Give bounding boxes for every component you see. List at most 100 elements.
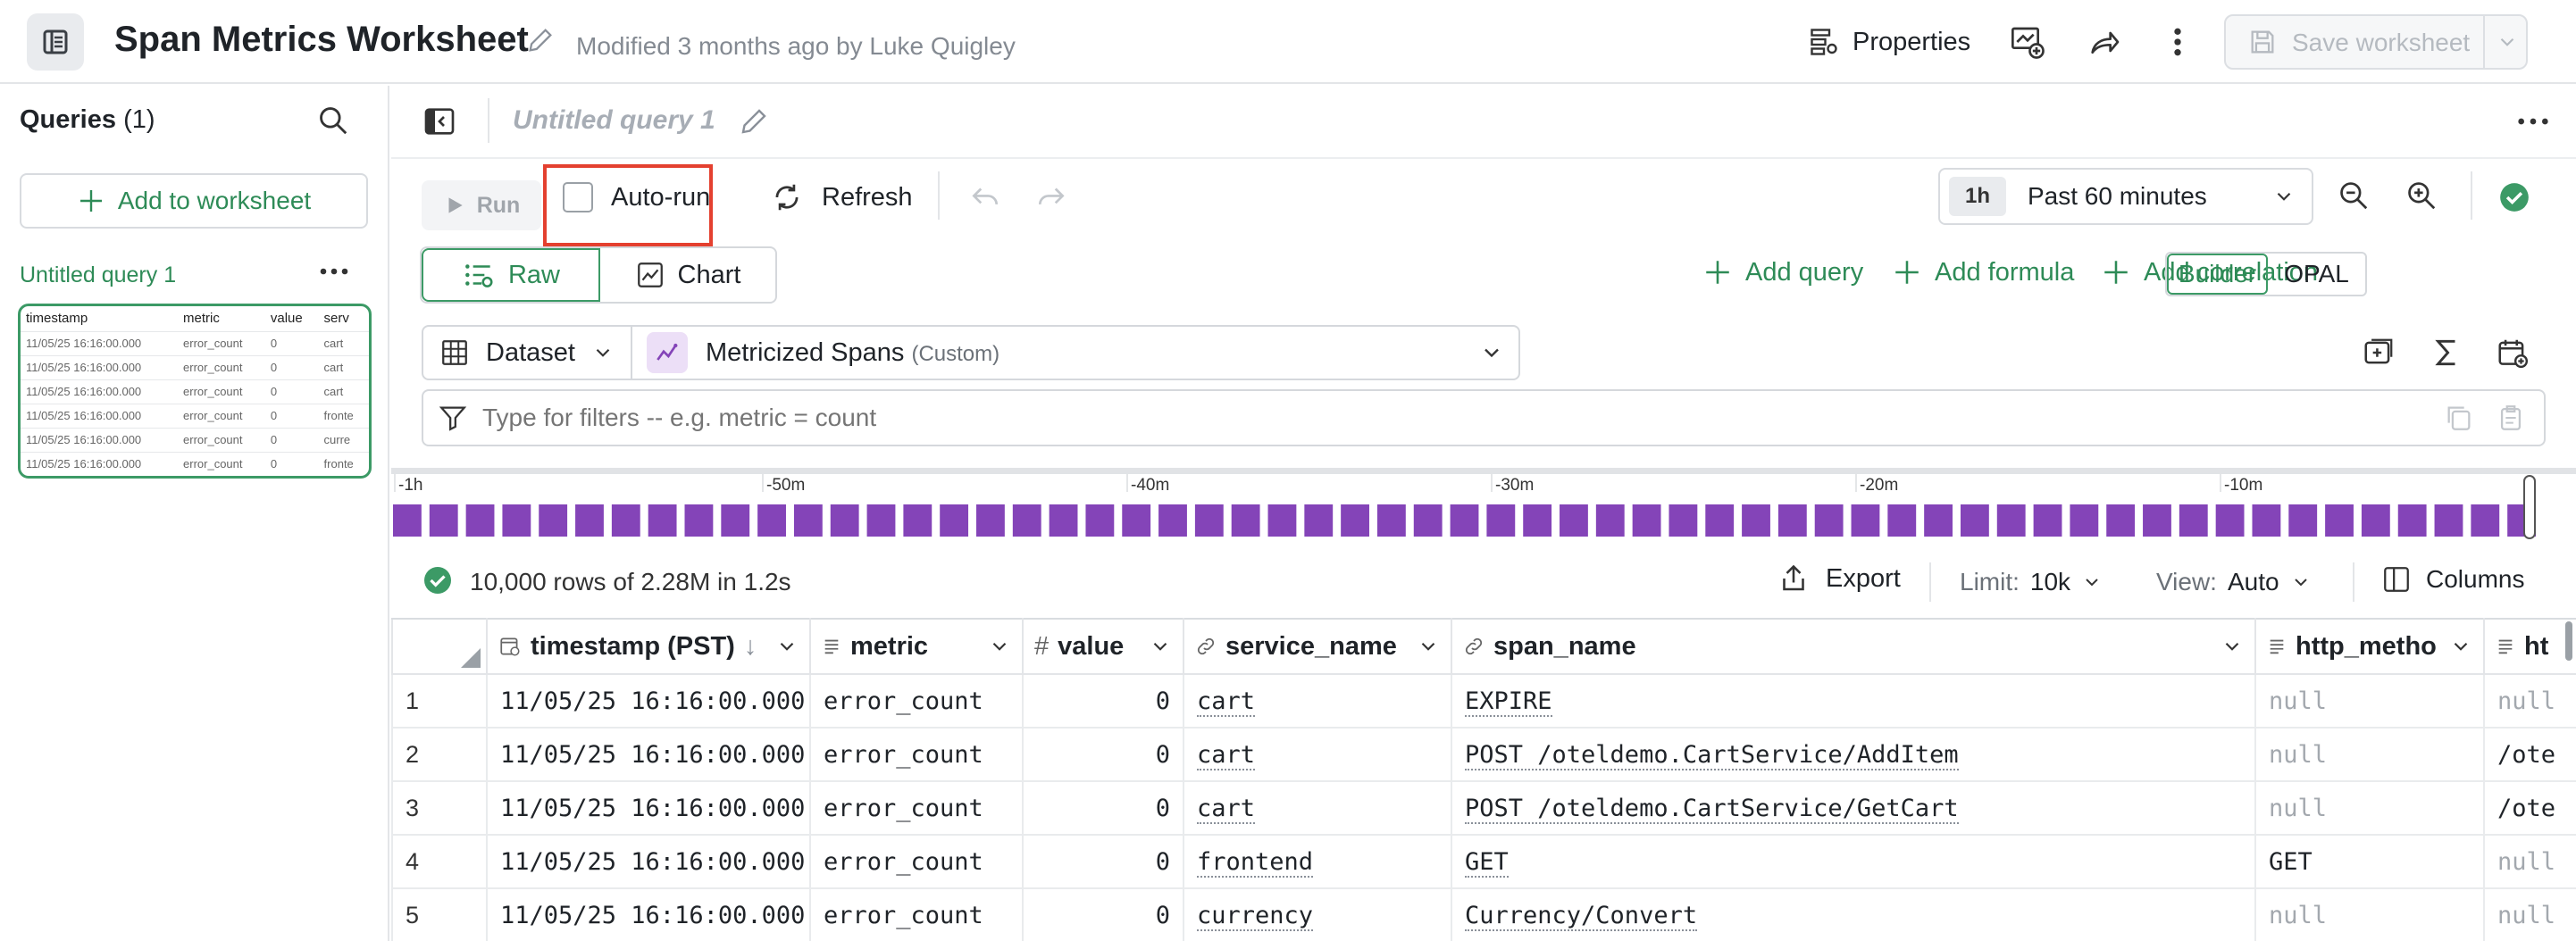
histogram-bar[interactable] [393,504,422,537]
histogram-bar[interactable] [793,504,823,537]
chevron-down-icon[interactable] [1149,635,1172,658]
http-method-cell[interactable]: GET [2254,834,2485,889]
table-row[interactable]: 5 11/05/25 16:16:00.000 error_count 0 curren… [391,887,2576,941]
redo-icon[interactable] [1034,180,1068,214]
histogram-bar[interactable] [2288,504,2318,537]
histogram-bar[interactable] [2252,504,2281,537]
histogram-bar[interactable] [1669,504,1698,537]
value-cell[interactable]: 0 [1022,887,1184,941]
histogram-bar[interactable] [1595,504,1625,537]
histogram-bar[interactable] [1523,504,1552,537]
histogram-bar[interactable] [1705,504,1735,537]
add-formula-button[interactable]: Add formula [1892,257,2074,287]
histogram-bar[interactable] [2143,504,2171,537]
metric-cell[interactable]: error_count [809,780,1024,836]
link-value[interactable]: EXPIRE [1465,687,1552,717]
aggregate-sigma-icon[interactable] [2430,336,2463,370]
edit-query-title-pencil-icon[interactable] [738,105,770,137]
histogram-bar[interactable] [1887,504,1917,537]
column-header-span-name[interactable]: span_name [1451,618,2256,675]
copy-icon[interactable] [2444,403,2474,433]
service-name-cell[interactable]: cart [1183,780,1452,836]
histogram-bar[interactable] [2070,504,2099,537]
histogram-bar[interactable] [1012,504,1041,537]
span-name-cell[interactable]: Currency/Convert [1451,887,2256,941]
span-name-cell[interactable]: POST /oteldemo.CartService/AddItem [1451,727,2256,782]
filter-input[interactable] [482,404,2269,432]
worksheet-title[interactable]: Span Metrics Worksheet [114,20,529,60]
sidebar-query-name[interactable]: Untitled query 1 [20,262,176,288]
zoom-out-icon[interactable] [2337,179,2371,212]
histogram-bar[interactable] [2106,504,2136,537]
histogram-bar[interactable] [2397,504,2427,537]
add-to-worksheet-button[interactable]: Add to worksheet [20,173,368,229]
histogram-bar[interactable] [1560,504,1588,537]
filter-bar[interactable] [422,389,2546,446]
metric-cell[interactable]: error_count [809,887,1024,941]
histogram-bar[interactable] [1814,504,1844,537]
histogram-range-handle[interactable] [2523,475,2536,539]
histogram-bar[interactable] [648,504,677,537]
span-name-cell[interactable]: EXPIRE [1451,673,2256,729]
table-scrollbar[interactable] [2565,621,2572,661]
link-value[interactable]: currency [1197,901,1314,931]
histogram-bar[interactable] [2471,504,2500,537]
histogram-bar[interactable] [1049,504,1078,537]
search-icon[interactable] [316,104,350,137]
histogram-bar[interactable] [684,504,714,537]
link-value[interactable]: POST /oteldemo.CartService/GetCart [1465,794,1959,824]
http-truncated-cell[interactable]: null [2483,673,2576,729]
builder-tab[interactable]: Builder [2167,254,2268,295]
link-value[interactable]: GET [1465,847,1509,878]
query-thumbnail[interactable]: timestamp metric value serv 11/05/25 16:16:… [18,304,372,479]
row-number[interactable]: 4 [391,834,488,889]
timestamp-cell[interactable]: 11/05/25 16:16:00.000 [486,727,811,782]
timestamp-cell[interactable]: 11/05/25 16:16:00.000 [486,834,811,889]
save-menu-chevron-icon[interactable] [2496,30,2519,54]
metric-cell[interactable]: error_count [809,834,1024,889]
column-header-metric[interactable]: metric [809,618,1024,675]
metric-cell[interactable]: error_count [809,673,1024,729]
histogram-bar[interactable] [2033,504,2062,537]
link-value[interactable]: cart [1197,740,1256,770]
edit-title-pencil-icon[interactable] [525,25,556,55]
zoom-in-icon[interactable] [2405,179,2438,212]
histogram-bar[interactable] [2361,504,2390,537]
histogram-bar[interactable] [1960,504,1989,537]
histogram-bar[interactable] [903,504,933,537]
table-row[interactable]: 2 11/05/25 16:16:00.000 error_count 0 cart PO… [391,727,2576,782]
http-truncated-cell[interactable]: /ote [2483,727,2576,782]
link-value[interactable]: cart [1197,687,1256,717]
column-header-service-name[interactable]: service_name [1183,618,1452,675]
histogram-bar[interactable] [2215,504,2245,537]
histogram-bar[interactable] [1122,504,1151,537]
span-name-cell[interactable]: POST /oteldemo.CartService/GetCart [1451,780,2256,836]
raw-tab[interactable]: Raw [422,248,600,302]
query-more-options-icon[interactable] [2515,105,2551,137]
value-cell[interactable]: 0 [1022,834,1184,889]
service-name-cell[interactable]: currency [1183,887,1452,941]
columns-button[interactable]: Columns [2381,564,2524,595]
chevron-down-icon[interactable] [1417,635,1440,658]
link-value[interactable]: frontend [1197,847,1314,878]
histogram-bar[interactable] [2325,504,2354,537]
timestamp-cell[interactable]: 11/05/25 16:16:00.000 [486,887,811,941]
undo-icon[interactable] [968,180,1002,214]
paste-icon[interactable] [2496,403,2526,433]
service-name-cell[interactable]: frontend [1183,834,1452,889]
value-cell[interactable]: 0 [1022,727,1184,782]
histogram-bar[interactable] [757,504,786,537]
histogram-bar[interactable] [1194,504,1224,537]
timestamp-cell[interactable]: 11/05/25 16:16:00.000 [486,780,811,836]
histogram-bar[interactable] [1267,504,1297,537]
auto-run-toggle[interactable]: Auto-run [563,182,710,212]
histogram-bar[interactable] [1231,504,1260,537]
time-range-picker[interactable]: 1h Past 60 minutes [1938,168,2313,225]
query-more-icon[interactable] [318,261,350,282]
chart-tab[interactable]: Chart [600,248,775,302]
histogram-bar[interactable] [940,504,969,537]
http-method-cell[interactable]: null [2254,673,2485,729]
row-number[interactable]: 2 [391,727,488,782]
dataset-type-dropdown[interactable]: Dataset [423,327,632,379]
row-number[interactable]: 3 [391,780,488,836]
